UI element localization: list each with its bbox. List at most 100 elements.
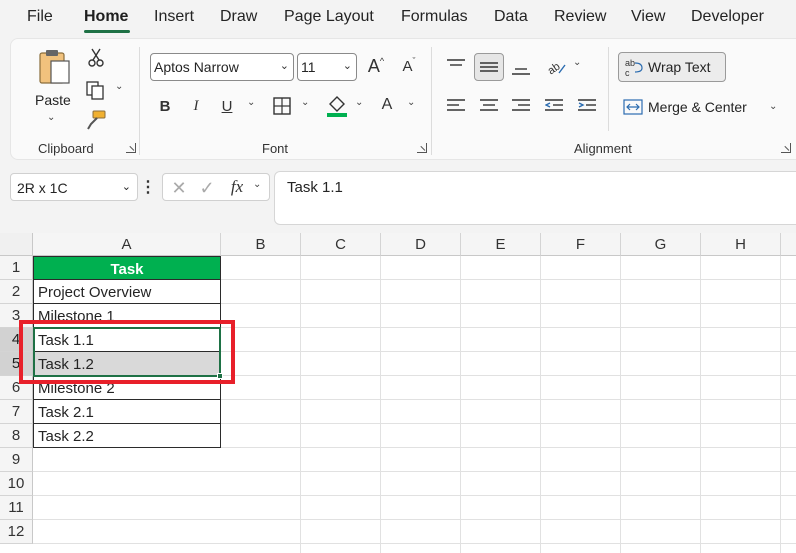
paste-button[interactable]: Paste (35, 92, 71, 108)
merge-center-button[interactable]: Merge & Center (648, 99, 747, 115)
align-top-icon[interactable] (445, 55, 467, 77)
borders-chevron-icon[interactable]: ⌄ (301, 97, 309, 108)
more-options-icon[interactable]: ⋮ (140, 177, 156, 197)
tab-developer[interactable]: Developer (691, 8, 764, 26)
gridline (33, 495, 796, 496)
font-launcher-icon[interactable] (417, 143, 427, 153)
wrap-text-icon: ab c (623, 56, 645, 78)
column-header-partial[interactable] (781, 233, 796, 256)
row-header[interactable]: 12 (0, 520, 33, 544)
fill-color-icon[interactable] (325, 93, 349, 119)
gridline (780, 256, 781, 553)
format-painter-icon[interactable] (83, 109, 109, 131)
increase-indent-icon[interactable] (576, 95, 598, 117)
tab-view[interactable]: View (631, 8, 665, 26)
group-separator (431, 47, 432, 155)
paste-chevron-icon[interactable]: ⌄ (47, 112, 55, 123)
gridline (380, 256, 381, 553)
column-header-e[interactable]: E (461, 233, 541, 256)
font-name-value: Aptos Narrow (154, 59, 239, 75)
column-header-b[interactable]: B (221, 233, 301, 256)
tab-page-layout[interactable]: Page Layout (284, 8, 374, 26)
gridline (33, 471, 796, 472)
font-size-select[interactable]: 11 ⌄ (297, 53, 357, 81)
cell-a8[interactable]: Task 2.2 (33, 424, 221, 448)
chevron-down-icon: ⌄ (279, 60, 289, 72)
tab-data[interactable]: Data (494, 8, 528, 26)
bold-icon[interactable]: B (155, 95, 175, 117)
font-color-chevron-icon[interactable]: ⌄ (407, 97, 415, 108)
borders-icon[interactable] (271, 95, 293, 117)
svg-text:ab: ab (625, 58, 635, 68)
align-middle-icon (478, 56, 500, 78)
align-left-icon[interactable] (445, 95, 467, 117)
italic-icon[interactable]: I (186, 95, 206, 117)
align-right-icon[interactable] (510, 95, 532, 117)
wrap-text-label: Wrap Text (648, 59, 711, 75)
tab-home[interactable]: Home (84, 8, 128, 26)
cell-a1[interactable]: Task (33, 256, 221, 280)
menu-bar: File Home Insert Draw Page Layout Formul… (0, 0, 796, 36)
gridline (460, 256, 461, 553)
clipboard-launcher-icon[interactable] (126, 143, 136, 153)
merge-center-icon[interactable] (622, 96, 644, 118)
cell-a2[interactable]: Project Overview (33, 280, 221, 304)
alignment-launcher-icon[interactable] (781, 143, 791, 153)
excel-window: File Home Insert Draw Page Layout Formul… (0, 0, 796, 553)
formula-controls: ✕ ✓ fx ⌄ (162, 173, 270, 201)
gridline (540, 256, 541, 553)
row-header[interactable]: 10 (0, 472, 33, 496)
column-header-a[interactable]: A (33, 233, 221, 256)
formula-input[interactable]: Task 1.1 (274, 171, 796, 225)
name-box-value: 2R x 1C (17, 180, 68, 196)
gridline (33, 543, 796, 544)
row-header[interactable]: 2 (0, 280, 33, 304)
paste-icon[interactable] (35, 47, 75, 87)
gridline (700, 256, 701, 553)
underline-chevron-icon[interactable]: ⌄ (247, 97, 255, 108)
increase-font-icon[interactable]: A ^ (364, 53, 388, 79)
tab-formulas[interactable]: Formulas (401, 8, 468, 26)
insert-function-icon[interactable]: fx (226, 176, 248, 198)
column-header-g[interactable]: G (621, 233, 701, 256)
font-group-label: Font (262, 141, 289, 156)
column-header-h[interactable]: H (701, 233, 781, 256)
column-header-c[interactable]: C (301, 233, 381, 256)
column-header-d[interactable]: D (381, 233, 461, 256)
underline-icon[interactable]: U (217, 95, 237, 117)
row-header[interactable]: 8 (0, 424, 33, 448)
align-bottom-icon[interactable] (510, 57, 532, 79)
gridline (300, 256, 301, 553)
tab-draw[interactable]: Draw (220, 8, 257, 26)
font-name-select[interactable]: Aptos Narrow ⌄ (150, 53, 294, 81)
select-all-corner[interactable] (0, 233, 33, 256)
group-separator (608, 47, 609, 131)
merge-chevron-icon[interactable]: ⌄ (769, 101, 777, 112)
group-separator (139, 47, 140, 155)
cut-icon[interactable] (85, 47, 107, 69)
fill-color-chevron-icon[interactable]: ⌄ (355, 97, 363, 108)
row-header[interactable]: 9 (0, 448, 33, 472)
decrease-indent-icon[interactable] (543, 95, 565, 117)
name-box[interactable]: 2R x 1C ⌄ (10, 173, 138, 201)
fx-chevron-icon[interactable]: ⌄ (253, 179, 261, 190)
column-header-f[interactable]: F (541, 233, 621, 256)
tab-review[interactable]: Review (554, 8, 606, 26)
font-color-icon[interactable]: A (377, 93, 397, 117)
decrease-font-icon[interactable]: Aˇ (397, 53, 421, 79)
tab-file[interactable]: File (27, 8, 53, 26)
align-center-icon[interactable] (478, 95, 500, 117)
tab-insert[interactable]: Insert (154, 8, 194, 26)
row-header[interactable]: 11 (0, 496, 33, 520)
cancel-icon[interactable]: ✕ (168, 177, 190, 199)
orientation-icon[interactable]: ab (543, 53, 569, 79)
row-header[interactable]: 7 (0, 400, 33, 424)
copy-icon[interactable] (83, 79, 107, 101)
orientation-chevron-icon[interactable]: ⌄ (573, 57, 581, 68)
copy-chevron-icon[interactable]: ⌄ (115, 81, 123, 92)
row-header[interactable]: 1 (0, 256, 33, 280)
cell-a7[interactable]: Task 2.1 (33, 400, 221, 424)
enter-icon[interactable]: ✓ (196, 177, 218, 199)
gridline (620, 256, 621, 553)
spreadsheet-grid: A B C D E F G H 1 2 3 4 5 6 7 8 9 10 11 … (0, 233, 796, 553)
